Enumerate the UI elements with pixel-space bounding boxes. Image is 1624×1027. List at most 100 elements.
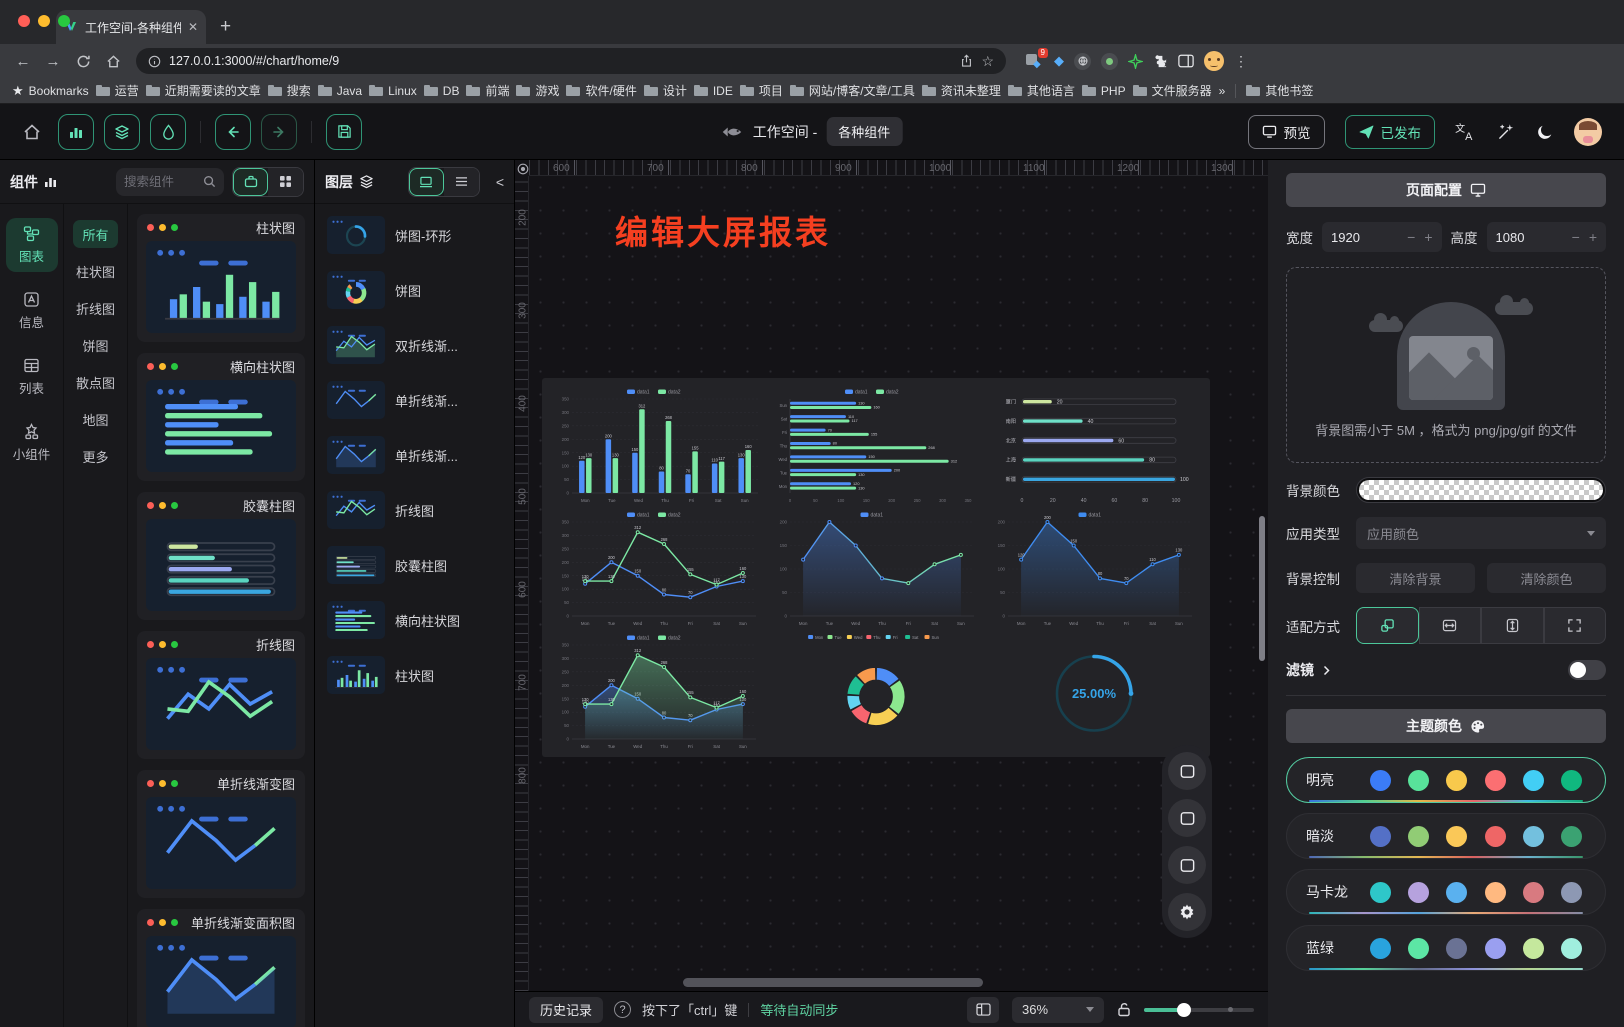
rail-item-widgets[interactable]: 小组件 bbox=[6, 416, 58, 470]
category-all[interactable]: 所有 bbox=[73, 220, 117, 248]
component-card-line[interactable]: 折线图 bbox=[137, 631, 305, 759]
layer-item[interactable]: 柱状图 bbox=[327, 656, 502, 694]
bookmark-folder[interactable]: 前端 bbox=[466, 82, 509, 99]
bookmark-folder[interactable]: Linux bbox=[369, 84, 417, 98]
single-view-toggle[interactable] bbox=[233, 168, 268, 196]
plus-icon[interactable]: + bbox=[1589, 229, 1597, 245]
import-download-button[interactable] bbox=[1168, 799, 1206, 837]
lock-icon[interactable] bbox=[1117, 1002, 1131, 1017]
user-avatar[interactable] bbox=[1574, 118, 1602, 146]
dashboard-title-text[interactable]: 编辑大屏报表 bbox=[615, 206, 831, 254]
help-icon[interactable]: ? bbox=[614, 1001, 631, 1018]
rail-item-info[interactable]: 信息 bbox=[6, 284, 58, 338]
grid-view-toggle[interactable] bbox=[268, 168, 303, 196]
chart-progress-ring[interactable]: 25.00% bbox=[986, 630, 1202, 751]
fit-fullscreen-option[interactable] bbox=[1544, 607, 1607, 644]
charts-panel-toggle-button[interactable] bbox=[58, 114, 94, 150]
layer-item[interactable]: 横向柱状图 bbox=[327, 601, 502, 639]
theme-color-header[interactable]: 主题颜色 bbox=[1286, 709, 1606, 743]
chart-line-gradient[interactable]: data1050100150200MonTueWedThuFriSatSun bbox=[768, 507, 984, 628]
category-pie[interactable]: 饼图 bbox=[73, 331, 117, 359]
layer-item[interactable]: 折线图 bbox=[327, 491, 502, 529]
home-icon[interactable] bbox=[100, 48, 126, 74]
layers-panel-toggle-button[interactable] bbox=[104, 114, 140, 150]
theme-droplet-button[interactable] bbox=[150, 114, 186, 150]
background-upload-dropzone[interactable]: 背景图需小于 5M ，格式为 png/jpg/gif 的文件 bbox=[1286, 267, 1606, 463]
component-card-gradient-area[interactable]: 单折线渐变面积图 bbox=[137, 909, 305, 1027]
category-scatter[interactable]: 散点图 bbox=[67, 368, 124, 396]
dark-mode-moon-icon[interactable] bbox=[1536, 123, 1554, 141]
preview-button[interactable]: 预览 bbox=[1248, 115, 1325, 149]
chart-area-dual[interactable]: data1data2050100150200250300350MonTueWed… bbox=[550, 630, 766, 751]
search-input-wrap[interactable] bbox=[116, 168, 224, 196]
minimize-window-button[interactable] bbox=[38, 15, 50, 27]
bookmark-folder[interactable]: PHP bbox=[1082, 84, 1126, 98]
clear-color-button[interactable]: 清除颜色 bbox=[1487, 563, 1606, 593]
edit-pencil-button[interactable] bbox=[1168, 846, 1206, 884]
bookmark-folder[interactable]: 运营 bbox=[96, 82, 139, 99]
bookmark-folder[interactable]: 软件/硬件 bbox=[566, 82, 636, 99]
dashboard-preview[interactable]: data1data2050100150200250300350MonTueWed… bbox=[542, 378, 1210, 757]
design-canvas[interactable]: 600 700 800 900 1000 1100 1200 1300 200 … bbox=[515, 160, 1268, 1027]
bookmark-folder[interactable]: 设计 bbox=[644, 82, 687, 99]
layer-item[interactable]: 胶囊柱图 bbox=[327, 546, 502, 584]
extension-star-icon[interactable] bbox=[1128, 54, 1143, 69]
list-view-toggle[interactable] bbox=[444, 168, 479, 196]
filter-section-label[interactable]: 滤镜 bbox=[1286, 660, 1330, 680]
layer-item[interactable]: 双折线渐... bbox=[327, 326, 502, 364]
height-stepper[interactable]: 1080 −+ bbox=[1487, 222, 1607, 252]
theme-row-bright[interactable]: 明亮 bbox=[1286, 757, 1606, 803]
history-button[interactable]: 历史记录 bbox=[529, 997, 603, 1023]
layout-panels-button[interactable] bbox=[967, 997, 999, 1023]
settings-gear-button[interactable] bbox=[1168, 893, 1206, 931]
undo-button[interactable] bbox=[215, 114, 251, 150]
horizontal-scrollbar[interactable] bbox=[683, 978, 983, 987]
browser-tab[interactable]: 工作空间-各种组件 ✕ bbox=[56, 10, 206, 44]
bookmark-folder[interactable]: 文件服务器 bbox=[1133, 82, 1212, 99]
chart-area-single[interactable]: data1050100150200MonTueWedThuFriSatSun12… bbox=[986, 507, 1202, 628]
bookmark-folder[interactable]: 其他语言 bbox=[1008, 82, 1075, 99]
filter-toggle[interactable] bbox=[1568, 660, 1606, 680]
forward-icon[interactable]: → bbox=[40, 48, 66, 74]
save-button[interactable] bbox=[326, 114, 362, 150]
bg-color-picker[interactable] bbox=[1356, 477, 1606, 503]
category-map[interactable]: 地图 bbox=[73, 405, 117, 433]
search-input[interactable] bbox=[124, 175, 199, 189]
chart-capsule[interactable]: 厦门20南阳40北京60上海80新疆100020406080100 bbox=[986, 384, 1202, 505]
clear-background-button[interactable]: 清除背景 bbox=[1356, 563, 1475, 593]
home-button[interactable] bbox=[22, 122, 42, 142]
fit-width-option[interactable] bbox=[1419, 607, 1482, 644]
extension-globe-icon[interactable] bbox=[1074, 53, 1091, 70]
layer-item[interactable]: 饼图-环形 bbox=[327, 216, 502, 254]
publish-button[interactable]: 已发布 bbox=[1345, 115, 1436, 149]
bookmark-folder[interactable]: DB bbox=[424, 84, 460, 98]
maximize-window-button[interactable] bbox=[58, 15, 70, 27]
extension-with-badge-icon[interactable]: ◆ 9 bbox=[1026, 52, 1044, 70]
reload-icon[interactable] bbox=[70, 48, 96, 74]
back-icon[interactable]: ← bbox=[10, 48, 36, 74]
ruler-eye-icon[interactable] bbox=[516, 161, 530, 176]
minus-icon[interactable]: − bbox=[1407, 229, 1415, 245]
theme-row-dim[interactable]: 暗淡 bbox=[1286, 813, 1606, 859]
new-tab-button[interactable]: + bbox=[220, 16, 231, 38]
project-name[interactable]: 各种组件 bbox=[826, 117, 902, 146]
sidebar-toggle-icon[interactable] bbox=[1178, 54, 1194, 68]
layer-item[interactable]: 饼图 bbox=[327, 271, 502, 309]
layer-item[interactable]: 单折线渐... bbox=[327, 381, 502, 419]
fit-scale-option[interactable] bbox=[1356, 607, 1419, 644]
bookmark-folder[interactable]: IDE bbox=[694, 84, 733, 98]
slider-knob[interactable] bbox=[1177, 1003, 1191, 1017]
tab-close-icon[interactable]: ✕ bbox=[188, 20, 198, 34]
chart-bar[interactable]: data1data2050100150200250300350MonTueWed… bbox=[550, 384, 766, 505]
browser-profile-avatar[interactable] bbox=[1204, 51, 1224, 71]
site-info-icon[interactable] bbox=[148, 55, 161, 68]
thumbnail-view-toggle[interactable] bbox=[409, 168, 444, 196]
close-window-button[interactable] bbox=[18, 15, 30, 27]
bookmark-folder[interactable]: 近期需要读的文章 bbox=[146, 82, 261, 99]
bookmarks-overflow[interactable]: » bbox=[1219, 84, 1226, 98]
bookmark-folder[interactable]: 资讯未整理 bbox=[922, 82, 1001, 99]
magic-wand-icon[interactable] bbox=[1497, 122, 1516, 141]
rail-item-table[interactable]: 列表 bbox=[6, 350, 58, 404]
puzzle-extensions-icon[interactable] bbox=[1153, 54, 1168, 69]
bookmark-star-icon[interactable]: ☆ bbox=[981, 53, 994, 70]
